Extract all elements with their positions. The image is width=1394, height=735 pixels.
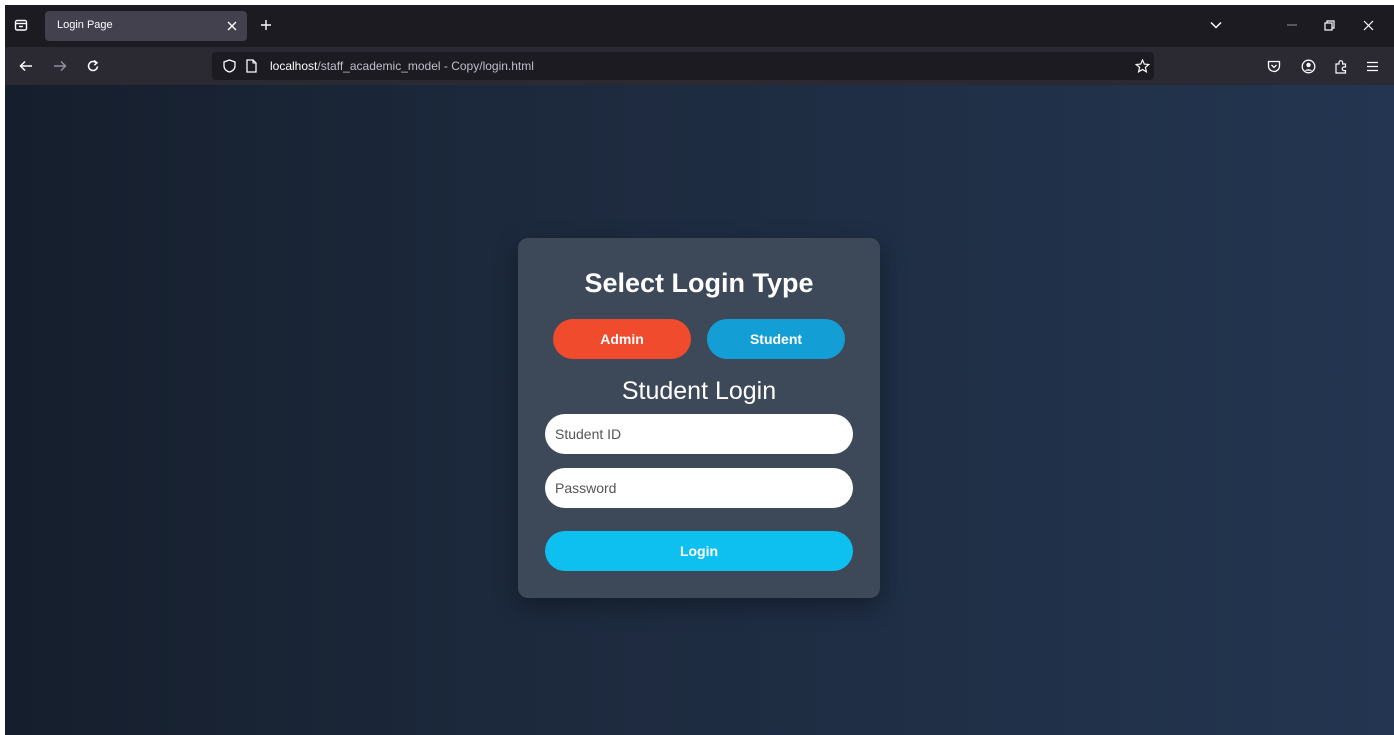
student-login-type-button[interactable]: Student (707, 319, 845, 359)
student-id-input[interactable] (545, 414, 853, 454)
hamburger-icon[interactable] (1361, 56, 1383, 76)
tab-login-page[interactable]: Login Page (45, 11, 247, 41)
plus-icon[interactable] (257, 16, 275, 34)
pocket-icon[interactable] (1263, 56, 1285, 76)
reload-icon[interactable] (82, 56, 104, 76)
tab-title: Login Page (57, 19, 113, 31)
close-icon[interactable] (223, 17, 241, 35)
minimize-icon[interactable] (1281, 15, 1303, 35)
password-input[interactable] (545, 468, 853, 508)
url-path: /staff_academic_model - Copy/login.html (317, 59, 534, 73)
restore-icon[interactable] (1318, 15, 1340, 35)
page-viewport: Select Login Type Admin Student Student … (5, 85, 1394, 735)
star-icon[interactable] (1133, 57, 1151, 75)
url-host: localhost (270, 59, 318, 73)
tab-list-icon[interactable] (11, 15, 31, 35)
url-text[interactable]: localhost/staff_academic_model - Copy/lo… (270, 59, 534, 73)
navigation-bar: localhost/staff_academic_model - Copy/lo… (5, 47, 1394, 85)
close-window-icon[interactable] (1357, 15, 1379, 35)
tab-strip: Login Page (5, 5, 1394, 47)
browser-window: Login Page localhost/staff_academic_mode… (5, 5, 1394, 735)
login-button[interactable]: Login (545, 531, 853, 571)
extensions-icon[interactable] (1330, 56, 1352, 76)
page-title: Select Login Type (584, 268, 814, 298)
page-icon[interactable] (242, 57, 260, 75)
form-title: Student Login (621, 377, 777, 405)
arrow-left-icon[interactable] (15, 56, 37, 76)
chevron-down-icon[interactable] (1205, 15, 1227, 35)
admin-login-type-button[interactable]: Admin (553, 319, 691, 359)
login-card: Select Login Type Admin Student Student … (518, 238, 880, 598)
url-bar[interactable]: localhost/staff_academic_model - Copy/lo… (212, 52, 1154, 80)
arrow-right-icon[interactable] (49, 56, 71, 76)
account-icon[interactable] (1297, 56, 1319, 76)
shield-icon[interactable] (220, 57, 238, 75)
